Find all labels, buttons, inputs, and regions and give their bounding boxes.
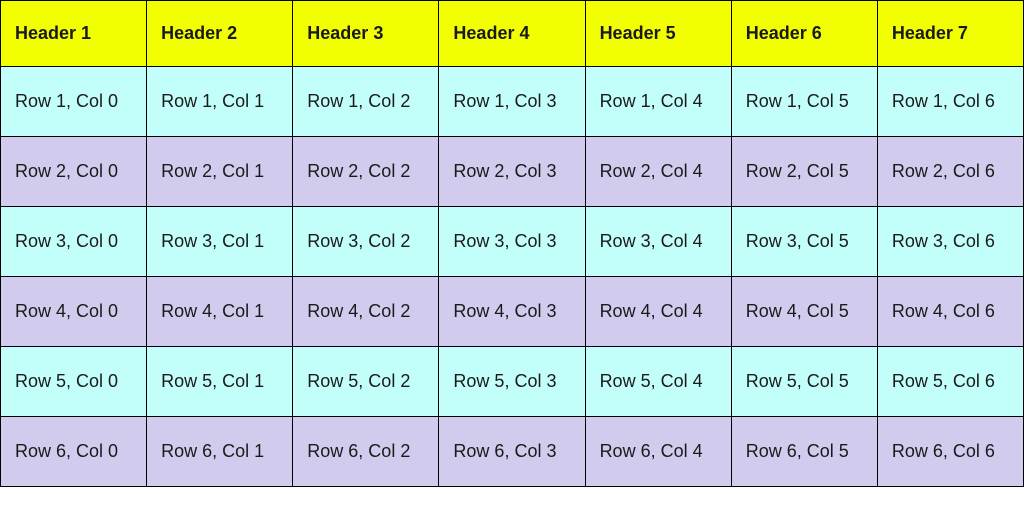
table-row: Row 6, Col 0 Row 6, Col 1 Row 6, Col 2 R… (1, 417, 1024, 487)
table-row: Row 1, Col 0 Row 1, Col 1 Row 1, Col 2 R… (1, 67, 1024, 137)
table-cell: Row 2, Col 3 (439, 137, 585, 207)
table-row: Row 2, Col 0 Row 2, Col 1 Row 2, Col 2 R… (1, 137, 1024, 207)
header-cell: Header 2 (147, 1, 293, 67)
table-cell: Row 3, Col 4 (585, 207, 731, 277)
table-cell: Row 1, Col 1 (147, 67, 293, 137)
header-cell: Header 3 (293, 1, 439, 67)
table-header: Header 1 Header 2 Header 3 Header 4 Head… (1, 1, 1024, 67)
table-cell: Row 2, Col 1 (147, 137, 293, 207)
table-cell: Row 4, Col 4 (585, 277, 731, 347)
table-cell: Row 3, Col 5 (731, 207, 877, 277)
data-table: Header 1 Header 2 Header 3 Header 4 Head… (0, 0, 1024, 487)
table-row: Row 5, Col 0 Row 5, Col 1 Row 5, Col 2 R… (1, 347, 1024, 417)
table-cell: Row 3, Col 0 (1, 207, 147, 277)
table-cell: Row 6, Col 2 (293, 417, 439, 487)
table-cell: Row 6, Col 6 (877, 417, 1023, 487)
table-row: Row 4, Col 0 Row 4, Col 1 Row 4, Col 2 R… (1, 277, 1024, 347)
table-cell: Row 2, Col 5 (731, 137, 877, 207)
table-cell: Row 3, Col 2 (293, 207, 439, 277)
table-cell: Row 1, Col 4 (585, 67, 731, 137)
table-cell: Row 1, Col 3 (439, 67, 585, 137)
table-cell: Row 4, Col 3 (439, 277, 585, 347)
table-body: Row 1, Col 0 Row 1, Col 1 Row 1, Col 2 R… (1, 67, 1024, 487)
header-row: Header 1 Header 2 Header 3 Header 4 Head… (1, 1, 1024, 67)
table-row: Row 3, Col 0 Row 3, Col 1 Row 3, Col 2 R… (1, 207, 1024, 277)
header-cell: Header 5 (585, 1, 731, 67)
table-cell: Row 4, Col 1 (147, 277, 293, 347)
table-cell: Row 1, Col 2 (293, 67, 439, 137)
table-cell: Row 2, Col 0 (1, 137, 147, 207)
header-cell: Header 1 (1, 1, 147, 67)
table-cell: Row 5, Col 2 (293, 347, 439, 417)
table-cell: Row 2, Col 2 (293, 137, 439, 207)
table-cell: Row 4, Col 6 (877, 277, 1023, 347)
table-cell: Row 5, Col 5 (731, 347, 877, 417)
table-cell: Row 4, Col 2 (293, 277, 439, 347)
table-cell: Row 4, Col 0 (1, 277, 147, 347)
table-cell: Row 6, Col 3 (439, 417, 585, 487)
table-cell: Row 1, Col 6 (877, 67, 1023, 137)
table-cell: Row 5, Col 6 (877, 347, 1023, 417)
table-cell: Row 5, Col 3 (439, 347, 585, 417)
table-cell: Row 3, Col 3 (439, 207, 585, 277)
header-cell: Header 6 (731, 1, 877, 67)
header-cell: Header 4 (439, 1, 585, 67)
table-cell: Row 2, Col 4 (585, 137, 731, 207)
table-cell: Row 6, Col 5 (731, 417, 877, 487)
table-cell: Row 5, Col 1 (147, 347, 293, 417)
table-cell: Row 1, Col 0 (1, 67, 147, 137)
table-cell: Row 6, Col 1 (147, 417, 293, 487)
table-cell: Row 6, Col 0 (1, 417, 147, 487)
table-cell: Row 4, Col 5 (731, 277, 877, 347)
table-cell: Row 3, Col 1 (147, 207, 293, 277)
table-cell: Row 6, Col 4 (585, 417, 731, 487)
table-cell: Row 3, Col 6 (877, 207, 1023, 277)
header-cell: Header 7 (877, 1, 1023, 67)
table-cell: Row 5, Col 4 (585, 347, 731, 417)
table-cell: Row 2, Col 6 (877, 137, 1023, 207)
table-cell: Row 1, Col 5 (731, 67, 877, 137)
table-cell: Row 5, Col 0 (1, 347, 147, 417)
